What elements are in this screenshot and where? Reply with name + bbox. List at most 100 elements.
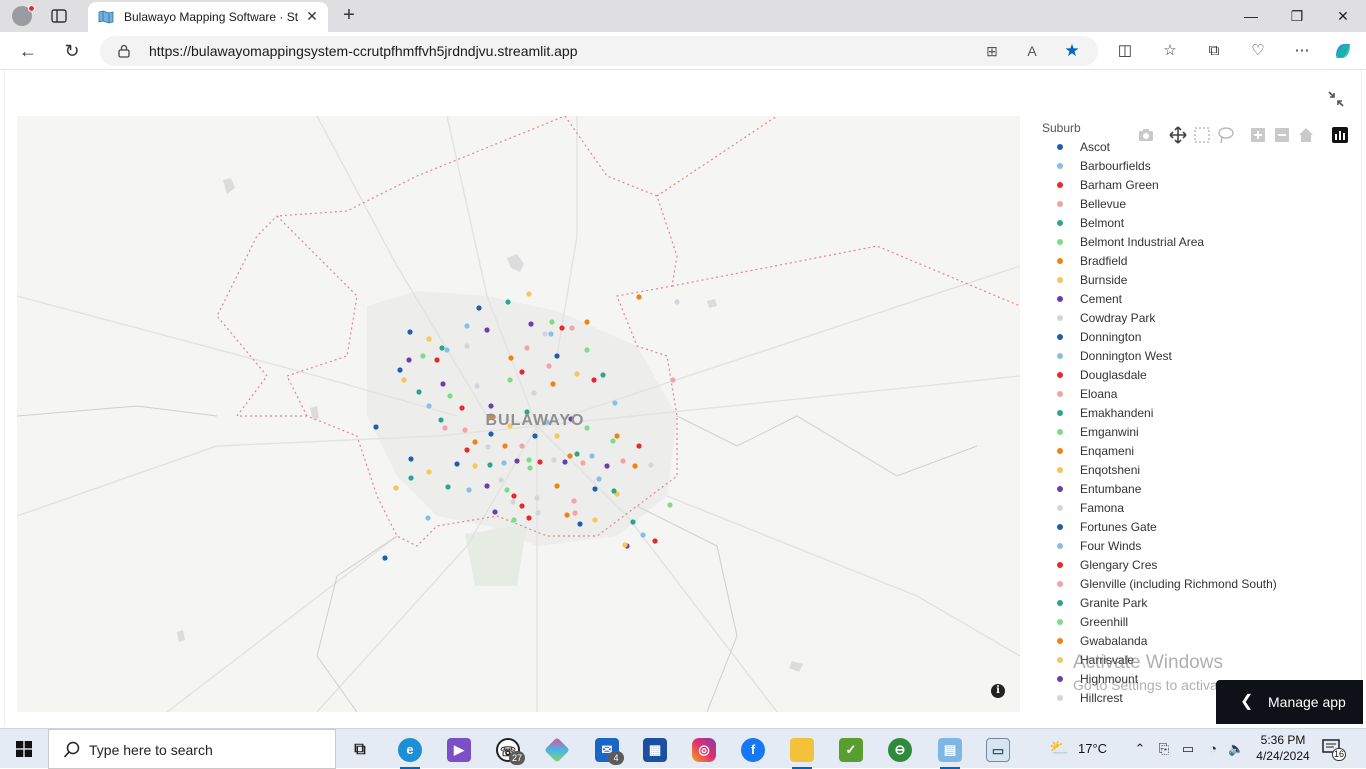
tab-actions-icon[interactable] (50, 7, 68, 25)
temperature-text[interactable]: 17°C (1078, 741, 1107, 756)
map-marker[interactable] (408, 456, 414, 462)
legend-item[interactable]: Famona (1041, 501, 1341, 520)
map-marker[interactable] (464, 343, 470, 349)
map-marker[interactable] (397, 367, 403, 373)
map-marker[interactable] (548, 331, 554, 337)
map-marker[interactable] (487, 462, 493, 468)
legend-item[interactable]: Belmont Industrial Area (1041, 235, 1341, 254)
map-marker[interactable] (416, 389, 422, 395)
legend-item[interactable]: Bellevue (1041, 197, 1341, 216)
map-marker[interactable] (508, 355, 514, 361)
taskbar-app-circle[interactable]: ⊖ (880, 733, 920, 767)
map-marker[interactable] (466, 487, 472, 493)
map-marker[interactable] (636, 443, 642, 449)
map-marker[interactable] (447, 393, 453, 399)
battery-icon[interactable]: ▭ (1180, 741, 1196, 757)
map-marker[interactable] (454, 461, 460, 467)
map-marker[interactable] (492, 509, 498, 515)
map-marker[interactable] (426, 336, 432, 342)
map-marker[interactable] (498, 477, 504, 483)
map-marker[interactable] (519, 369, 525, 375)
task-view-button[interactable]: ⧉ (340, 733, 380, 767)
map-marker[interactable] (600, 372, 606, 378)
map-marker[interactable] (554, 483, 560, 489)
taskbar-clock[interactable]: 5:36 PM 4/24/2024 (1250, 732, 1316, 764)
map-marker[interactable] (562, 459, 568, 465)
map-marker[interactable] (510, 499, 516, 505)
active-tab[interactable]: Bulawayo Mapping Software · St ✕ (88, 2, 328, 32)
map-marker[interactable] (459, 405, 465, 411)
map-marker[interactable] (393, 485, 399, 491)
map-marker[interactable] (535, 510, 541, 516)
taskbar-file-explorer[interactable] (782, 733, 822, 769)
map-marker[interactable] (476, 305, 482, 311)
map-marker[interactable] (527, 465, 533, 471)
map-marker[interactable] (504, 487, 510, 493)
map-marker[interactable] (564, 512, 570, 518)
map-plot[interactable]: BULAWAYO i (17, 116, 1020, 712)
map-marker[interactable] (596, 476, 602, 482)
map-marker[interactable] (514, 458, 520, 464)
taskbar-instagram[interactable]: ◎ (684, 733, 724, 767)
map-marker[interactable] (407, 329, 413, 335)
split-screen-icon[interactable]: ◫ (1114, 40, 1136, 62)
map-marker[interactable] (534, 495, 540, 501)
taskbar-map-app[interactable]: ▤ (930, 733, 970, 769)
volume-icon[interactable]: 🔈 (1228, 741, 1244, 757)
map-marker[interactable] (484, 327, 490, 333)
new-tab-button[interactable]: + (338, 4, 360, 26)
map-marker[interactable] (408, 475, 414, 481)
map-marker[interactable] (612, 400, 618, 406)
map-marker[interactable] (511, 493, 517, 499)
map-marker[interactable] (526, 515, 532, 521)
map-marker[interactable] (554, 353, 560, 359)
taskbar-gitkraken[interactable] (537, 733, 577, 767)
map-marker[interactable] (670, 377, 676, 383)
map-marker[interactable] (474, 383, 480, 389)
map-marker[interactable] (537, 459, 543, 465)
legend-item[interactable]: Fortunes Gate (1041, 520, 1341, 539)
map-marker[interactable] (584, 319, 590, 325)
taskbar-image-app[interactable]: ▭ (978, 733, 1018, 767)
map-marker[interactable] (488, 431, 494, 437)
map-marker[interactable] (382, 555, 388, 561)
map-marker[interactable] (591, 377, 597, 383)
map-marker[interactable] (472, 439, 478, 445)
copilot-icon[interactable] (1332, 40, 1354, 62)
map-marker[interactable] (445, 484, 451, 490)
legend-item[interactable]: Emakhandeni (1041, 406, 1341, 425)
map-marker[interactable] (648, 462, 654, 468)
map-marker[interactable] (502, 443, 508, 449)
legend-item[interactable]: Eloana (1041, 387, 1341, 406)
map-marker[interactable] (640, 532, 646, 538)
map-marker[interactable] (589, 453, 595, 459)
taskbar-store[interactable]: ▦ (635, 733, 675, 767)
chevron-up-icon[interactable]: ⌃ (1132, 741, 1148, 757)
taskbar-whatsapp[interactable]: ☏ 27 (488, 733, 528, 767)
legend-item[interactable]: Glengary Cres (1041, 558, 1341, 577)
map-marker[interactable] (505, 299, 511, 305)
map-marker[interactable] (611, 488, 617, 494)
browser-essentials-icon[interactable]: ♡ (1247, 40, 1269, 62)
legend-item[interactable]: Enqotsheni (1041, 463, 1341, 482)
taskbar-app-green[interactable]: ✓ (831, 733, 871, 767)
favorites-icon[interactable]: ☆ (1159, 40, 1181, 62)
info-icon[interactable]: i (991, 684, 1005, 698)
map-marker[interactable] (620, 458, 626, 464)
legend-item[interactable]: Four Winds (1041, 539, 1341, 558)
map-marker[interactable] (531, 390, 537, 396)
legend-item[interactable]: Donnington (1041, 330, 1341, 349)
map-marker[interactable] (472, 463, 478, 469)
map-marker[interactable] (559, 325, 565, 331)
map-marker[interactable] (440, 381, 446, 387)
legend-item[interactable]: Belmont (1041, 216, 1341, 235)
map-marker[interactable] (406, 357, 412, 363)
meet-now-icon[interactable]: ⎘ (1156, 741, 1172, 757)
map-marker[interactable] (373, 424, 379, 430)
map-marker[interactable] (426, 403, 432, 409)
map-marker[interactable] (425, 515, 431, 521)
minimize-button[interactable]: — (1241, 6, 1261, 26)
map-marker[interactable] (519, 503, 525, 509)
weather-icon[interactable]: ⛅ (1048, 741, 1070, 757)
map-marker[interactable] (580, 460, 586, 466)
